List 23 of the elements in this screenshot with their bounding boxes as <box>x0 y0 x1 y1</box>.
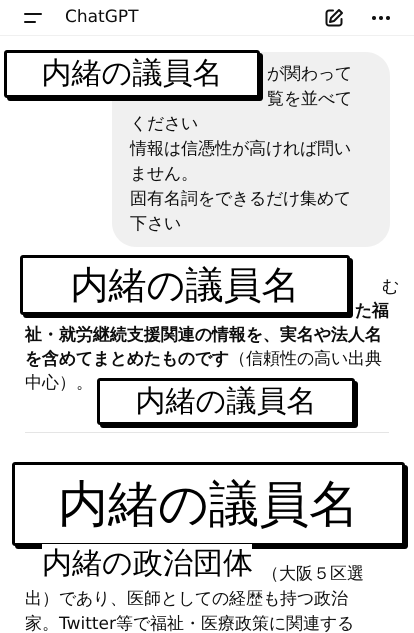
app-title: ChatGPT <box>65 6 139 29</box>
answer-line: 祉・就労継続支援関連の情報を、実名や法人名 <box>25 324 382 347</box>
message-line: ません。 <box>130 163 198 186</box>
menu-icon[interactable] <box>24 12 42 22</box>
answer-line: 家。Twitter等で福祉・医療政策に関連する <box>25 613 354 633</box>
message-line: が関わって <box>267 63 352 86</box>
label-sticker: 内緒の議員名 <box>12 462 405 546</box>
answer-line: （大阪５区選 <box>262 563 364 586</box>
message-line: 覧を並べて <box>267 88 352 111</box>
answer-line: を含めてまとめたものです（信頼性の高い出典 <box>25 348 382 371</box>
answer-line: む <box>382 276 399 299</box>
label-sticker: 内緒の議員名 <box>20 255 350 315</box>
message-line: 下さい <box>130 213 181 236</box>
edit-icon[interactable] <box>324 8 344 28</box>
message-line: ください <box>130 113 198 136</box>
label-sticker: 内緒の議員名 <box>4 50 260 98</box>
answer-line: 出）であり、医師としての経歴も持つ政治 <box>25 588 348 611</box>
label-sticker: 内緒の議員名 <box>97 378 355 425</box>
more-icon[interactable] <box>372 16 390 20</box>
message-line: 情報は信憑性が高ければ問い <box>130 138 351 161</box>
answer-line: た福 <box>355 300 389 323</box>
message-line: 固有名詞をできるだけ集めて <box>130 188 351 211</box>
answer-line: 中心）。 <box>25 372 93 395</box>
